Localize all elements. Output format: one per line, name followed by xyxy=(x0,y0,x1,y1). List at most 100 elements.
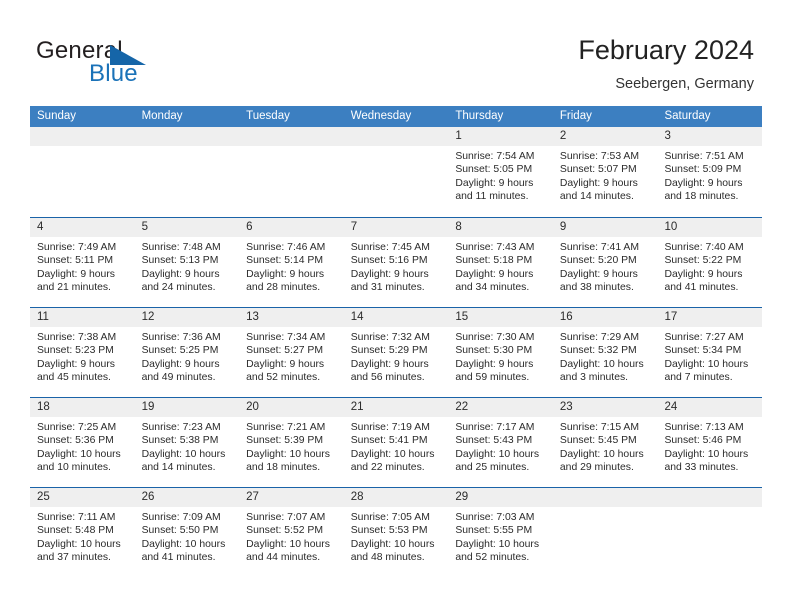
sunset-text: Sunset: 5:13 PM xyxy=(141,255,219,267)
day-number-band xyxy=(343,127,449,146)
calendar-day-cell[interactable]: 29 Sunrise: 7:03 AM Sunset: 5:55 PM Dayligh… xyxy=(448,488,553,577)
calendar-day-cell[interactable]: 12 Sunrise: 7:36 AM Sunset: 5:25 PM Dayligh… xyxy=(134,308,240,397)
daylight-text: Daylight: 10 hours xyxy=(350,448,435,460)
calendar-day-cell[interactable]: 9 Sunrise: 7:41 AM Sunset: 5:20 PM Daylight… xyxy=(552,218,658,307)
calendar-day-cell[interactable]: 19 Sunrise: 7:23 AM Sunset: 5:38 PM Dayligh… xyxy=(134,398,240,487)
day-details: Sunrise: 7:30 AM Sunset: 5:30 PM Daylight:… xyxy=(448,327,553,385)
sunset-text: Sunset: 5:23 PM xyxy=(37,345,114,357)
day-details: Sunrise: 7:11 AM Sunset: 5:48 PM Daylight:… xyxy=(30,507,135,565)
day-number-band: 12 xyxy=(134,308,240,327)
calendar-day-cell[interactable]: 8 Sunrise: 7:43 AM Sunset: 5:18 PM Daylight… xyxy=(448,218,553,307)
day-number: 18 xyxy=(37,401,50,413)
sunrise-text: Sunrise: 7:32 AM xyxy=(350,332,430,343)
daylight-text: Daylight: 10 hours xyxy=(246,448,330,460)
title-block: February 2024 Seebergen, Germany xyxy=(578,34,754,93)
day-number: 14 xyxy=(350,311,364,323)
day-details: Sunrise: 7:54 AM Sunset: 5:05 PM Daylight:… xyxy=(448,146,553,204)
day-details: Sunrise: 7:48 AM Sunset: 5:13 PM Daylight:… xyxy=(135,237,240,295)
calendar-day-cell[interactable]: 22 Sunrise: 7:17 AM Sunset: 5:43 PM Dayligh… xyxy=(448,398,553,487)
day-details xyxy=(344,146,449,150)
sunset-text: Sunset: 5:50 PM xyxy=(141,525,219,537)
calendar-day-cell[interactable]: 28 Sunrise: 7:05 AM Sunset: 5:53 PM Dayligh… xyxy=(343,488,449,577)
sunset-text: Sunset: 5:05 PM xyxy=(455,164,533,176)
daylight-text: Daylight: 9 hours xyxy=(37,268,115,280)
daylight-text: Daylight: 9 hours xyxy=(37,358,115,370)
day-number: 16 xyxy=(559,311,573,323)
day-number-band: 16 xyxy=(552,308,658,327)
day-number-band: 19 xyxy=(134,398,240,417)
sunset-text: Sunset: 5:16 PM xyxy=(350,255,428,267)
weekday-header-wednesday: Wednesday xyxy=(350,110,412,122)
day-number: 23 xyxy=(559,401,573,413)
daylight-text: Daylight: 10 hours xyxy=(664,448,749,460)
calendar-day-cell[interactable]: 7 Sunrise: 7:45 AM Sunset: 5:16 PM Daylight… xyxy=(343,218,449,307)
day-number: 27 xyxy=(246,491,259,503)
daylight-text: Daylight: 10 hours xyxy=(141,538,226,550)
sunrise-text: Sunrise: 7:21 AM xyxy=(246,422,326,433)
daylight-text: Daylight: 10 hours xyxy=(37,538,121,550)
sunset-text: Sunset: 5:53 PM xyxy=(350,525,428,537)
calendar-day-cell[interactable]: 23 Sunrise: 7:15 AM Sunset: 5:45 PM Dayligh… xyxy=(552,398,658,487)
calendar-day-cell[interactable]: 10 Sunrise: 7:40 AM Sunset: 5:22 PM Dayligh… xyxy=(657,218,763,307)
daylight-text-cont: and 29 minutes. xyxy=(559,462,634,474)
daylight-text-cont: and 44 minutes. xyxy=(246,552,321,564)
calendar-day-cell[interactable]: 4 Sunrise: 7:49 AM Sunset: 5:11 PM Daylight… xyxy=(30,218,135,307)
day-number: 7 xyxy=(350,221,358,233)
calendar-day-cell[interactable]: 21 Sunrise: 7:19 AM Sunset: 5:41 PM Dayligh… xyxy=(343,398,449,487)
day-number: 22 xyxy=(455,401,469,413)
day-details: Sunrise: 7:07 AM Sunset: 5:52 PM Daylight:… xyxy=(239,507,344,565)
calendar-day-cell[interactable]: 15 Sunrise: 7:30 AM Sunset: 5:30 PM Dayligh… xyxy=(448,308,553,397)
sunset-text: Sunset: 5:38 PM xyxy=(141,435,219,447)
day-details: Sunrise: 7:23 AM Sunset: 5:38 PM Daylight:… xyxy=(135,417,240,475)
calendar-day-cell[interactable]: 6 Sunrise: 7:46 AM Sunset: 5:14 PM Daylight… xyxy=(239,218,344,307)
daylight-text-cont: and 25 minutes. xyxy=(455,462,530,474)
day-details: Sunrise: 7:53 AM Sunset: 5:07 PM Daylight:… xyxy=(553,146,658,204)
calendar-day-cell[interactable]: 5 Sunrise: 7:48 AM Sunset: 5:13 PM Daylight… xyxy=(134,218,240,307)
day-number-band: 2 xyxy=(552,127,658,146)
page-subtitle-location: Seebergen, Germany xyxy=(615,76,754,92)
calendar-day-cell[interactable]: 27 Sunrise: 7:07 AM Sunset: 5:52 PM Dayligh… xyxy=(239,488,344,577)
day-number-band: 21 xyxy=(343,398,449,417)
logo-text-blue: Blue xyxy=(89,60,138,87)
day-details: Sunrise: 7:03 AM Sunset: 5:55 PM Daylight:… xyxy=(448,507,553,565)
day-number: 10 xyxy=(664,221,678,233)
daylight-text: Daylight: 10 hours xyxy=(350,538,435,550)
weekday-header-monday: Monday xyxy=(141,110,183,122)
calendar-day-cell[interactable]: 17 Sunrise: 7:27 AM Sunset: 5:34 PM Dayligh… xyxy=(657,308,763,397)
day-number-band xyxy=(657,488,763,507)
calendar-day-cell[interactable]: 3 Sunrise: 7:51 AM Sunset: 5:09 PM Daylight… xyxy=(657,127,763,217)
calendar-day-cell[interactable]: 1 Sunrise: 7:54 AM Sunset: 5:05 PM Daylight… xyxy=(448,127,553,217)
day-details: Sunrise: 7:51 AM Sunset: 5:09 PM Daylight:… xyxy=(657,146,762,204)
day-number: 4 xyxy=(37,221,44,233)
daylight-text-cont: and 52 minutes. xyxy=(455,552,530,564)
calendar-day-cell[interactable]: 16 Sunrise: 7:29 AM Sunset: 5:32 PM Dayligh… xyxy=(552,308,658,397)
daylight-text-cont: and 41 minutes. xyxy=(141,552,216,564)
calendar-day-cell[interactable]: 18 Sunrise: 7:25 AM Sunset: 5:36 PM Dayligh… xyxy=(30,398,135,487)
daylight-text-cont: and 3 minutes. xyxy=(559,372,629,384)
day-number: 11 xyxy=(37,311,49,323)
sunrise-text: Sunrise: 7:25 AM xyxy=(37,422,117,433)
calendar-day-cell[interactable]: 2 Sunrise: 7:53 AM Sunset: 5:07 PM Daylight… xyxy=(552,127,658,217)
day-number-band: 9 xyxy=(552,218,658,237)
day-number-band: 18 xyxy=(30,398,135,417)
daylight-text-cont: and 22 minutes. xyxy=(350,462,425,474)
daylight-text-cont: and 7 minutes. xyxy=(664,372,733,384)
weekday-header-thursday: Thursday xyxy=(455,110,504,122)
calendar-day-cell[interactable]: 11 Sunrise: 7:38 AM Sunset: 5:23 PM Dayligh… xyxy=(30,308,135,397)
calendar-day-cell[interactable]: 14 Sunrise: 7:32 AM Sunset: 5:29 PM Dayligh… xyxy=(343,308,449,397)
sunrise-text: Sunrise: 7:34 AM xyxy=(246,332,326,343)
calendar-weeks: 1 Sunrise: 7:54 AM Sunset: 5:05 PM Daylight… xyxy=(30,127,763,577)
day-number: 9 xyxy=(559,221,567,233)
calendar-day-cell[interactable]: 20 Sunrise: 7:21 AM Sunset: 5:39 PM Dayligh… xyxy=(239,398,344,487)
sunrise-text: Sunrise: 7:54 AM xyxy=(455,151,535,162)
day-number-band xyxy=(134,127,240,146)
day-number-band: 1 xyxy=(448,127,553,146)
calendar-day-cell[interactable]: 25 Sunrise: 7:11 AM Sunset: 5:48 PM Dayligh… xyxy=(30,488,135,577)
calendar-day-cell[interactable]: 26 Sunrise: 7:09 AM Sunset: 5:50 PM Dayligh… xyxy=(134,488,240,577)
day-number-band: 6 xyxy=(239,218,344,237)
calendar-day-cell[interactable]: 24 Sunrise: 7:13 AM Sunset: 5:46 PM Dayligh… xyxy=(657,398,763,487)
sunrise-text: Sunrise: 7:27 AM xyxy=(664,332,744,343)
calendar-day-cell[interactable]: 13 Sunrise: 7:34 AM Sunset: 5:27 PM Dayligh… xyxy=(239,308,344,397)
page-header: General Blue February 2024 Seebergen, Ge… xyxy=(0,0,792,106)
day-number: 24 xyxy=(664,401,678,413)
